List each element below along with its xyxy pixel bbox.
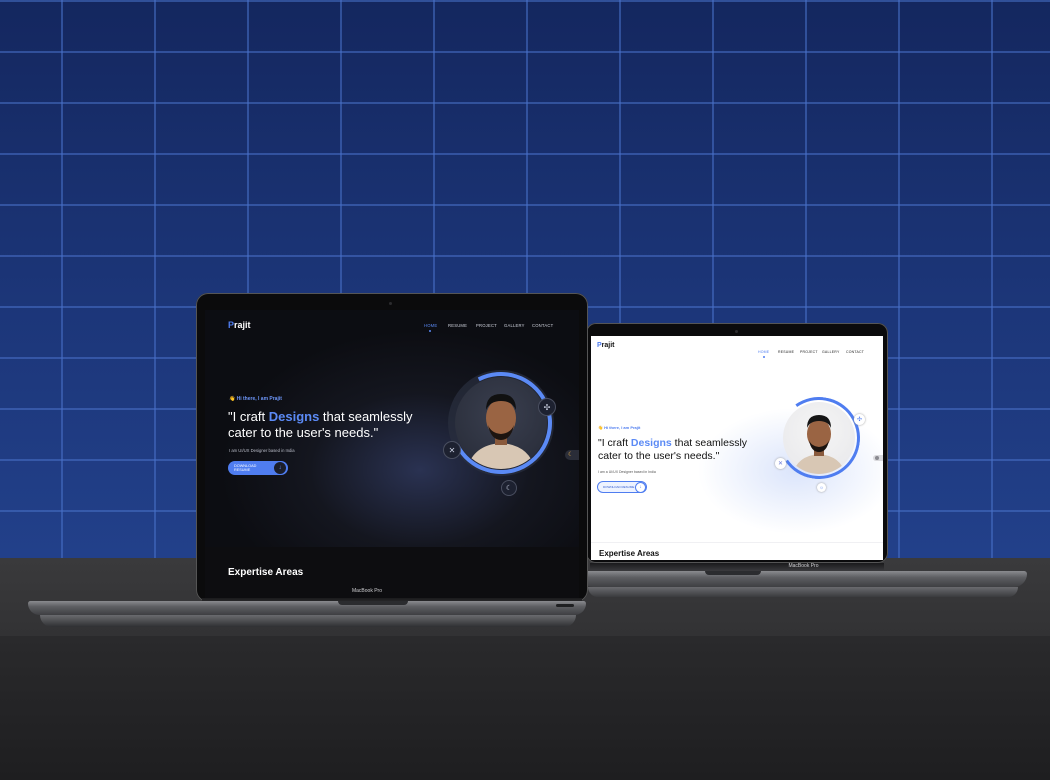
framer-icon: ✣ — [854, 414, 865, 425]
dark-laptop-base-edge — [40, 615, 576, 627]
download-resume-button[interactable]: DOWNLOAD RESUME ↓ — [228, 461, 288, 475]
light-laptop-lid: Prajit HOME RESUME PROJECT GALLERY CONTA… — [586, 323, 888, 563]
greeting-text: 👋 Hi there, I am Prajit — [598, 425, 641, 430]
moon-icon: ☾ — [501, 480, 517, 496]
nav-home[interactable]: HOME — [424, 323, 448, 328]
download-icon: ↓ — [635, 481, 646, 493]
floor — [0, 636, 1050, 780]
camera — [735, 330, 738, 333]
dark-laptop-screen: Prajit HOME RESUME PROJECT GALLERY CONTA… — [205, 310, 579, 599]
portrait-illustration — [467, 394, 535, 469]
top-navigation: HOME RESUME PROJECT GALLERY CONTACT — [758, 350, 864, 354]
figma-icon: ✕ — [443, 441, 461, 459]
trackpad-notch — [705, 571, 761, 575]
theme-toggle[interactable] — [873, 455, 883, 461]
toggle-icon: ☾ — [568, 452, 574, 458]
download-resume-button[interactable]: DOWNLOAD RESUME ↓ — [597, 481, 647, 493]
portrait-illustration — [793, 415, 845, 474]
trackpad-notch — [338, 601, 408, 605]
profile-portrait — [783, 402, 855, 474]
sun-icon: ☼ — [817, 483, 826, 492]
usb-ports — [556, 604, 574, 607]
top-navigation: HOME RESUME PROJECT GALLERY CONTACT — [424, 323, 553, 328]
device-label: MacBook Pro — [788, 563, 819, 569]
light-laptop-screen: Prajit HOME RESUME PROJECT GALLERY CONTA… — [591, 336, 883, 560]
device-label: MacBook Pro — [351, 588, 382, 594]
framer-icon: ✣ — [538, 398, 556, 416]
light-laptop-base: MacBook Pro — [580, 563, 1027, 587]
site-logo[interactable]: Prajit — [228, 320, 251, 330]
section-title-expertise: Expertise Areas — [228, 567, 304, 578]
nav-resume[interactable]: RESUME — [778, 350, 800, 354]
nav-active-dot — [763, 356, 765, 358]
section-title-expertise: Expertise Areas — [599, 549, 660, 558]
hero-headline: "I craft Designs that seamlessly cater t… — [228, 409, 413, 441]
dark-laptop-base: MacBook Pro — [28, 588, 586, 615]
profile-portrait — [455, 377, 547, 469]
toggle-icon — [875, 456, 879, 460]
hero-headline: "I craft Designs that seamlessly cater t… — [598, 437, 748, 463]
nav-project[interactable]: PROJECT — [476, 323, 504, 328]
nav-project[interactable]: PROJECT — [800, 350, 822, 354]
nav-home[interactable]: HOME — [758, 350, 778, 354]
site-logo[interactable]: Prajit — [597, 342, 615, 349]
greeting-text: 👋 Hi there, I am Prajit — [229, 396, 282, 402]
theme-toggle[interactable]: ☾ — [565, 450, 579, 460]
nav-gallery[interactable]: GALLERY — [504, 323, 532, 328]
download-icon: ↓ — [273, 461, 287, 475]
figma-icon: ✕ — [775, 458, 786, 469]
hero-subtitle: I am a UI/UX Designer based in India — [598, 470, 656, 474]
light-laptop-base-edge — [588, 587, 1018, 597]
hero-subtitle: I am UI/UX Designer based in India — [229, 448, 295, 453]
nav-contact[interactable]: CONTACT — [532, 323, 553, 328]
dark-laptop-lid: Prajit HOME RESUME PROJECT GALLERY CONTA… — [196, 293, 588, 602]
camera — [389, 302, 392, 305]
nav-gallery[interactable]: GALLERY — [822, 350, 846, 354]
nav-contact[interactable]: CONTACT — [846, 350, 864, 354]
nav-active-dot — [429, 330, 431, 332]
nav-resume[interactable]: RESUME — [448, 323, 476, 328]
